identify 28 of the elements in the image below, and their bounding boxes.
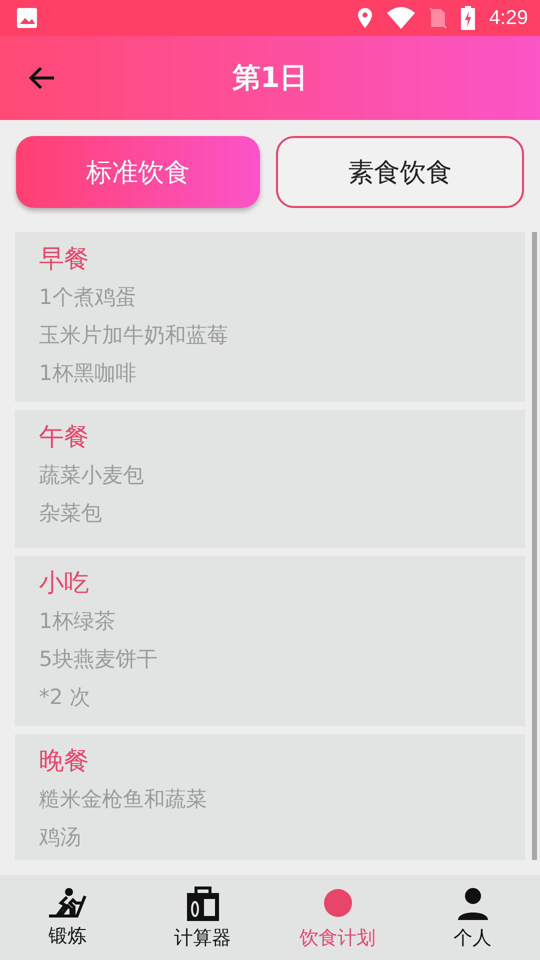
nav-tab[interactable]: 锻炼	[0, 875, 135, 960]
meal-item: 1个煮鸡蛋	[39, 284, 138, 311]
meal-item: 1杯绿茶	[39, 608, 116, 635]
nav-tab[interactable]: 计算器	[135, 875, 270, 960]
back-arrow-icon[interactable]	[28, 66, 56, 90]
diet-tab[interactable]: 素食饮食	[276, 136, 524, 208]
meal-title: 早餐	[39, 243, 90, 275]
meal-item: 1杯黑咖啡	[39, 360, 138, 387]
meal-item: *2 次	[39, 684, 92, 711]
nav-tab[interactable]: 个人	[405, 875, 540, 960]
meal-item: 杂菜包	[39, 500, 103, 527]
location-icon	[357, 7, 374, 29]
calculator-icon	[184, 884, 220, 920]
no-sim-icon	[429, 7, 448, 29]
meal-title: 午餐	[39, 421, 90, 453]
meal-item: 5块燕麦饼干	[39, 646, 158, 673]
meal-item: 鸡汤	[39, 824, 82, 851]
meal-title: 晚餐	[39, 745, 90, 777]
status-time: 4:29	[489, 6, 528, 30]
image-icon	[16, 7, 38, 29]
wifi-icon	[387, 7, 416, 29]
meal-item: 糙米金枪鱼和蔬菜	[39, 786, 208, 813]
page-title: 第1日	[232, 60, 308, 96]
meal-title: 小吃	[39, 567, 90, 599]
meal-item: 玉米片加牛奶和蓝莓	[39, 322, 229, 349]
meal-item: 蔬菜小麦包	[39, 462, 145, 489]
battery-icon	[461, 6, 476, 30]
runner-icon	[48, 886, 86, 918]
